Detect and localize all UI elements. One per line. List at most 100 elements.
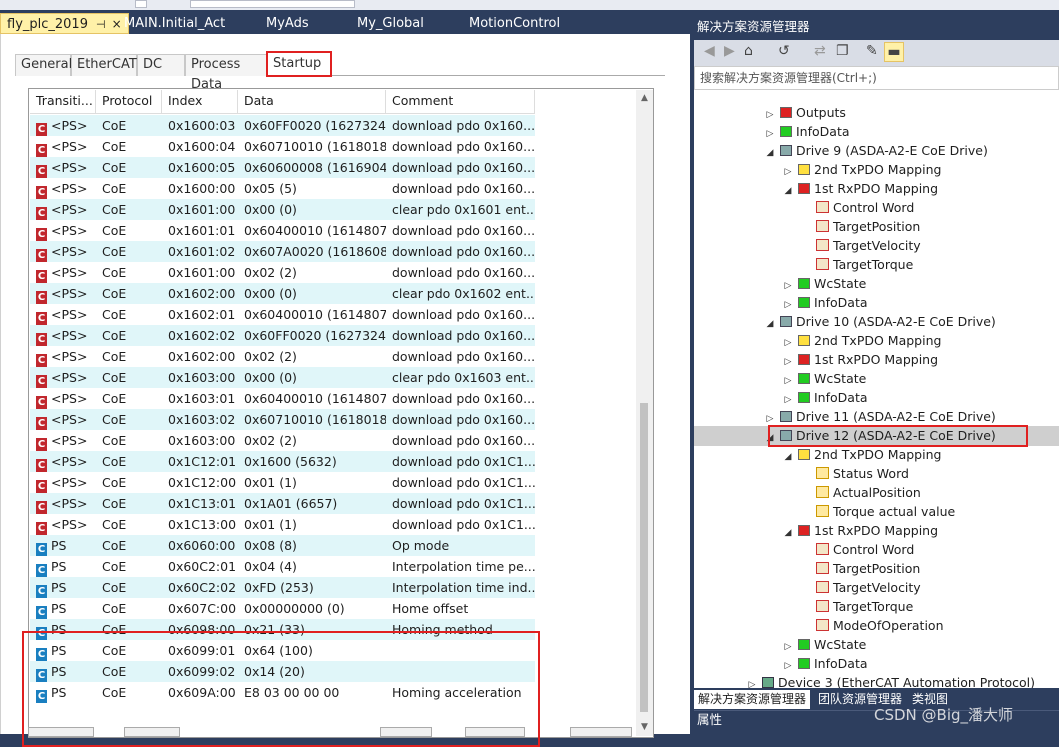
tree-item[interactable]: ◢ 1st RxPDO Mapping (782, 521, 939, 543)
back-icon[interactable]: ◀ (704, 43, 715, 59)
tree-item[interactable]: ▷ 2nd TxPDO Mapping (782, 331, 942, 350)
tree-item[interactable]: ▷ InfoData (764, 122, 850, 141)
table-row[interactable]: C <PS> CoE 0x1602:01 0x60400010 (1614807... d… (30, 304, 535, 325)
table-row[interactable]: C PS CoE 0x6060:00 0x08 (8) Op mode (30, 535, 535, 556)
dialog-button[interactable] (570, 727, 632, 737)
pin-toggle-icon[interactable]: ▬ (884, 42, 904, 62)
table-row[interactable]: C PS CoE 0x607C:00 0x00000000 (0) Home offset (30, 598, 535, 619)
table-row[interactable]: C PS CoE 0x60C2:02 0xFD (253) Interpolation t… (30, 577, 535, 598)
scroll-up-icon[interactable]: ▲ (636, 90, 653, 107)
tree-item[interactable]: ◢ Drive 9 (ASDA-A2-E CoE Drive) (764, 141, 988, 160)
table-row[interactable]: C <PS> CoE 0x1602:00 0x00 (0) clear pdo 0x160… (30, 283, 535, 304)
vertical-scrollbar[interactable]: ▲ ▼ (636, 90, 653, 736)
tree-item[interactable]: Torque actual value (800, 502, 955, 521)
tree-item[interactable]: ActualPosition (800, 483, 921, 502)
scroll-down-icon[interactable]: ▼ (636, 719, 653, 736)
expanded-arrow-icon[interactable]: ◢ (782, 182, 794, 201)
collapse-icon[interactable]: ❐ (836, 43, 849, 59)
col-data[interactable]: Data (238, 90, 386, 113)
collapsed-arrow-icon[interactable]: ▷ (746, 676, 758, 688)
tab-my-global[interactable]: My_Global (357, 14, 424, 34)
expanded-arrow-icon[interactable]: ◢ (782, 448, 794, 467)
tree-item[interactable]: ▷ 1st RxPDO Mapping (782, 350, 939, 369)
tree-item[interactable]: ▷ InfoData (782, 654, 868, 673)
home-icon[interactable]: ⌂ (744, 43, 753, 59)
properties-wrench-icon[interactable]: ✎ (866, 43, 878, 59)
pin-icon[interactable]: ⊣ (96, 18, 106, 31)
dialog-button[interactable] (380, 727, 432, 737)
toolbar-button[interactable] (135, 0, 147, 8)
table-row[interactable]: C <PS> CoE 0x1C12:01 0x1600 (5632) download p… (30, 451, 535, 472)
tree-item[interactable]: ▷ Outputs (764, 103, 846, 122)
tree-item[interactable]: ▷ WcState (782, 369, 867, 388)
expanded-arrow-icon[interactable]: ◢ (764, 315, 776, 334)
dialog-button[interactable] (28, 727, 94, 737)
tree-item[interactable]: ▷ InfoData (782, 293, 868, 312)
col-comment[interactable]: Comment (386, 90, 535, 113)
tree-item[interactable]: ▷ 2nd TxPDO Mapping (782, 160, 942, 179)
tree-item[interactable]: ModeOfOperation (800, 616, 944, 635)
sync-icon[interactable]: ⇄ (814, 43, 826, 59)
tree-item[interactable]: ◢ 1st RxPDO Mapping (782, 179, 939, 201)
tree-item[interactable]: ▷ InfoData (782, 388, 868, 407)
tree-item[interactable]: TargetVelocity (800, 236, 921, 255)
table-row[interactable]: C <PS> CoE 0x1603:00 0x02 (2) download pdo 0x… (30, 430, 535, 451)
table-row[interactable]: C PS CoE 0x6099:02 0x14 (20) (30, 661, 535, 682)
col-transition[interactable]: Transiti... (30, 90, 96, 113)
table-row[interactable]: C <PS> CoE 0x1602:00 0x02 (2) download pdo 0x… (30, 346, 535, 367)
tab-ethercat[interactable]: EtherCAT (71, 54, 137, 76)
table-row[interactable]: C PS CoE 0x60C2:01 0x04 (4) Interpolation tim… (30, 556, 535, 577)
tab-solution-explorer[interactable]: 解决方案资源管理器 (694, 690, 811, 709)
table-row[interactable]: C <PS> CoE 0x1600:04 0x60710010 (1618018... d… (30, 136, 535, 157)
table-row[interactable]: C <PS> CoE 0x1600:00 0x05 (5) download pdo 0x… (30, 178, 535, 199)
col-index[interactable]: Index (162, 90, 238, 113)
tree-item[interactable]: ◢ 2nd TxPDO Mapping (782, 445, 942, 467)
history-icon[interactable]: ↺ (778, 43, 790, 59)
tree-item[interactable]: Control Word (800, 540, 914, 559)
tree-item[interactable]: Control Word (800, 198, 914, 217)
tab-myads[interactable]: MyAds (266, 14, 309, 34)
table-row[interactable]: C <PS> CoE 0x1601:00 0x02 (2) download pdo 0x… (30, 262, 535, 283)
tree-item[interactable]: ▷ Device 3 (EtherCAT Automation Protocol) (746, 673, 1035, 688)
tab-main-initial-act[interactable]: MAIN.Initial_Act (124, 14, 225, 34)
table-row[interactable]: C <PS> CoE 0x1600:03 0x60FF0020 (1627324... d… (30, 115, 535, 136)
dialog-button[interactable] (465, 727, 525, 737)
table-row[interactable]: C <PS> CoE 0x1603:01 0x60400010 (1614807... d… (30, 388, 535, 409)
tab-motioncontrol[interactable]: MotionControl (469, 14, 560, 34)
tree-item[interactable]: TargetVelocity (800, 578, 921, 597)
table-row[interactable]: C <PS> CoE 0x1C13:01 0x1A01 (6657) download p… (30, 493, 535, 514)
table-row[interactable]: C <PS> CoE 0x1C12:00 0x01 (1) download pdo 0x… (30, 472, 535, 493)
table-row[interactable]: C <PS> CoE 0x1C13:00 0x01 (1) download pdo 0x… (30, 514, 535, 535)
table-row[interactable]: C <PS> CoE 0x1602:02 0x60FF0020 (1627324... d… (30, 325, 535, 346)
tree-item[interactable]: TargetPosition (800, 217, 920, 236)
close-icon[interactable]: × (112, 17, 122, 31)
tree-item[interactable]: TargetPosition (800, 559, 920, 578)
expanded-arrow-icon[interactable]: ◢ (782, 524, 794, 543)
table-row[interactable]: C <PS> CoE 0x1601:02 0x607A0020 (1618608... d… (30, 241, 535, 262)
tree-item[interactable]: Status Word (800, 464, 909, 483)
table-row[interactable]: C <PS> CoE 0x1601:01 0x60400010 (1614807... d… (30, 220, 535, 241)
table-row[interactable]: C PS CoE 0x6098:00 0x21 (33) Homing method (30, 619, 535, 640)
tab-process-data[interactable]: Process Data (185, 54, 268, 92)
table-row[interactable]: C <PS> CoE 0x1603:00 0x00 (0) clear pdo 0x160… (30, 367, 535, 388)
tree-item[interactable]: ▷ WcState (782, 635, 867, 654)
table-row[interactable]: C PS CoE 0x6099:01 0x64 (100) (30, 640, 535, 661)
tree-item[interactable]: TargetTorque (800, 597, 913, 616)
table-row[interactable]: C <PS> CoE 0x1601:00 0x00 (0) clear pdo 0x160… (30, 199, 535, 220)
tab-dc[interactable]: DC (137, 54, 185, 76)
dialog-button[interactable] (124, 727, 180, 737)
scroll-thumb[interactable] (640, 403, 648, 712)
tab-general[interactable]: General (15, 54, 72, 76)
tab-startup[interactable]: Startup (266, 51, 332, 77)
tab-fly-plc[interactable]: fly_plc_2019 ⊣ × (0, 13, 129, 34)
solution-search-input[interactable]: 搜索解决方案资源管理器(Ctrl+;) (694, 66, 1059, 90)
tree-item[interactable]: TargetTorque (800, 255, 913, 274)
tree-item[interactable]: ▷ WcState (782, 274, 867, 293)
table-row[interactable]: C PS CoE 0x609A:00 E8 03 00 00 00 Homing acce… (30, 682, 535, 703)
tree-item[interactable]: ◢ Drive 10 (ASDA-A2-E CoE Drive) (764, 312, 996, 331)
table-row[interactable]: C <PS> CoE 0x1600:05 0x60600008 (1616904... d… (30, 157, 535, 178)
expanded-arrow-icon[interactable]: ◢ (764, 144, 776, 163)
toolbar-dropdown[interactable] (190, 0, 355, 8)
col-protocol[interactable]: Protocol (96, 90, 162, 113)
forward-icon[interactable]: ▶ (724, 43, 735, 59)
